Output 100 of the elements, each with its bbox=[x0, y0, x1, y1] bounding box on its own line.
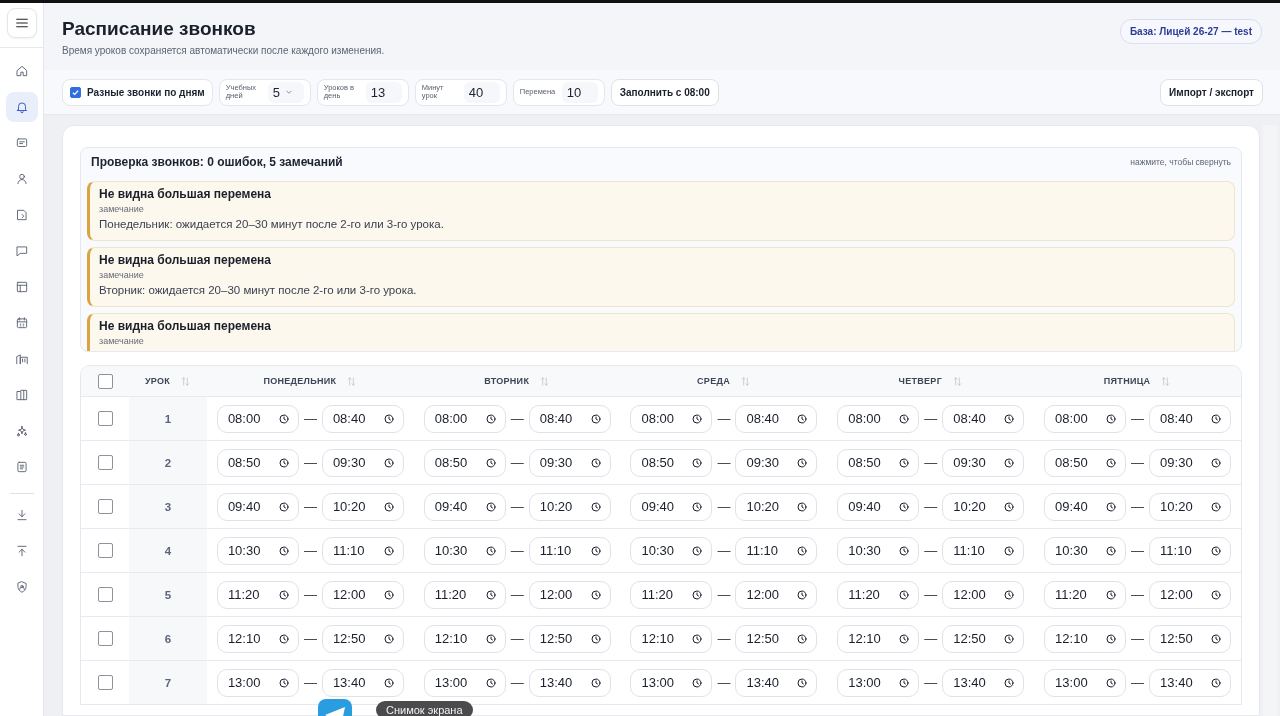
time-field[interactable]: 11:10 bbox=[735, 536, 818, 565]
time-field[interactable]: 11:10 bbox=[942, 536, 1025, 565]
time-field[interactable]: 08:50 bbox=[216, 448, 299, 477]
time-field[interactable]: 08:40 bbox=[528, 404, 611, 433]
time-field[interactable]: 08:40 bbox=[735, 404, 818, 433]
column-header[interactable]: ПОНЕДЕЛЬНИК bbox=[263, 376, 337, 386]
time-field[interactable]: 13:40 bbox=[528, 668, 611, 697]
menu-button[interactable] bbox=[6, 8, 37, 38]
row-checkbox[interactable] bbox=[97, 543, 113, 558]
row-checkbox[interactable] bbox=[97, 587, 113, 602]
time-field[interactable]: 08:00 bbox=[1044, 404, 1127, 433]
time-field[interactable]: 12:10 bbox=[216, 624, 299, 653]
time-field[interactable]: 09:30 bbox=[942, 448, 1025, 477]
time-field[interactable]: 12:50 bbox=[1149, 624, 1232, 653]
time-field[interactable]: 12:50 bbox=[528, 624, 611, 653]
time-field[interactable]: 12:00 bbox=[528, 580, 611, 609]
time-field[interactable]: 10:20 bbox=[735, 492, 818, 521]
select-field[interactable]: 5 bbox=[267, 81, 304, 103]
column-header[interactable]: СРЕДА bbox=[697, 376, 730, 386]
time-field[interactable]: 13:00 bbox=[630, 668, 713, 697]
row-checkbox[interactable] bbox=[97, 631, 113, 646]
checkbox[interactable] bbox=[70, 86, 81, 98]
time-field[interactable]: 08:00 bbox=[630, 404, 713, 433]
time-field[interactable]: 12:00 bbox=[735, 580, 818, 609]
time-field[interactable]: 13:40 bbox=[321, 668, 404, 697]
time-field[interactable]: 09:30 bbox=[1149, 448, 1232, 477]
time-field[interactable]: 12:00 bbox=[942, 580, 1025, 609]
time-field[interactable]: 13:40 bbox=[1149, 668, 1232, 697]
collapse-hint[interactable]: нажмите, чтобы свернуть bbox=[1130, 156, 1231, 167]
time-field[interactable]: 08:40 bbox=[321, 404, 404, 433]
time-field[interactable]: 13:40 bbox=[735, 668, 818, 697]
time-field[interactable]: 11:20 bbox=[837, 580, 920, 609]
time-field[interactable]: 10:30 bbox=[837, 536, 920, 565]
clock-icon bbox=[1003, 632, 1016, 645]
dash-separator: — bbox=[510, 675, 524, 690]
time-field[interactable]: 13:00 bbox=[216, 668, 299, 697]
number-field[interactable]: 13 bbox=[365, 81, 402, 103]
time-field[interactable]: 08:50 bbox=[630, 448, 713, 477]
time-field[interactable]: 08:00 bbox=[216, 404, 299, 433]
number-field[interactable]: 40 bbox=[463, 81, 500, 103]
time-field[interactable]: 13:00 bbox=[837, 668, 920, 697]
database-badge[interactable]: База: Лицей 26-27 — test bbox=[1119, 19, 1262, 44]
time-field[interactable]: 09:40 bbox=[216, 492, 299, 521]
time-field[interactable]: 12:00 bbox=[1149, 580, 1232, 609]
time-field[interactable]: 12:10 bbox=[837, 624, 920, 653]
time-field[interactable]: 11:20 bbox=[1044, 580, 1127, 609]
clock-icon bbox=[484, 588, 497, 601]
time-field[interactable]: 08:00 bbox=[837, 404, 920, 433]
column-header[interactable]: ПЯТНИЦА bbox=[1103, 376, 1151, 386]
time-field[interactable]: 12:00 bbox=[321, 580, 404, 609]
time-field[interactable]: 12:50 bbox=[735, 624, 818, 653]
column-header[interactable]: ЧЕТВЕРГ bbox=[898, 376, 943, 386]
time-field[interactable]: 08:50 bbox=[837, 448, 920, 477]
sidebar-item[interactable] bbox=[5, 92, 38, 122]
time-field[interactable]: 13:40 bbox=[942, 668, 1025, 697]
time-field[interactable]: 10:20 bbox=[321, 492, 404, 521]
time-field[interactable]: 09:30 bbox=[528, 448, 611, 477]
time-field[interactable]: 12:10 bbox=[423, 624, 506, 653]
time-field[interactable]: 09:40 bbox=[630, 492, 713, 521]
time-field[interactable]: 10:30 bbox=[630, 536, 713, 565]
import-export-button[interactable]: Импорт / экспорт bbox=[1160, 78, 1263, 106]
clock-icon bbox=[382, 544, 395, 557]
row-checkbox[interactable] bbox=[97, 675, 113, 690]
time-field[interactable]: 11:20 bbox=[216, 580, 299, 609]
time-field[interactable]: 09:30 bbox=[321, 448, 404, 477]
time-field[interactable]: 10:20 bbox=[942, 492, 1025, 521]
time-field[interactable]: 09:30 bbox=[735, 448, 818, 477]
time-field[interactable]: 08:50 bbox=[423, 448, 506, 477]
row-checkbox[interactable] bbox=[97, 455, 113, 470]
time-field[interactable]: 10:30 bbox=[1044, 536, 1127, 565]
time-field[interactable]: 12:50 bbox=[321, 624, 404, 653]
time-field[interactable]: 11:10 bbox=[321, 536, 404, 565]
lesson-number: 4 bbox=[164, 544, 172, 557]
time-field[interactable]: 09:40 bbox=[1044, 492, 1127, 521]
select-all-checkbox[interactable] bbox=[97, 373, 113, 389]
column-header[interactable]: ВТОРНИК bbox=[484, 376, 530, 386]
time-field[interactable]: 10:20 bbox=[1149, 492, 1232, 521]
time-field[interactable]: 10:30 bbox=[423, 536, 506, 565]
time-field[interactable]: 13:00 bbox=[1044, 668, 1127, 697]
row-checkbox[interactable] bbox=[97, 499, 113, 514]
time-field[interactable]: 11:20 bbox=[423, 580, 506, 609]
time-field[interactable]: 11:10 bbox=[1149, 536, 1232, 565]
time-field[interactable]: 08:00 bbox=[423, 404, 506, 433]
time-field[interactable]: 12:10 bbox=[630, 624, 713, 653]
time-field[interactable]: 09:40 bbox=[837, 492, 920, 521]
time-field[interactable]: 08:50 bbox=[1044, 448, 1127, 477]
time-field[interactable]: 13:00 bbox=[423, 668, 506, 697]
time-field[interactable]: 11:20 bbox=[630, 580, 713, 609]
fill-button[interactable]: Заполнить с 08:00 bbox=[610, 78, 719, 106]
row-checkbox[interactable] bbox=[97, 411, 113, 426]
time-field[interactable]: 12:10 bbox=[1044, 624, 1127, 653]
time-field[interactable]: 09:40 bbox=[423, 492, 506, 521]
number-field[interactable]: 10 bbox=[561, 81, 598, 103]
time-field[interactable]: 11:10 bbox=[528, 536, 611, 565]
time-field[interactable]: 12:50 bbox=[942, 624, 1025, 653]
time-field[interactable]: 08:40 bbox=[1149, 404, 1232, 433]
time-field[interactable]: 10:30 bbox=[216, 536, 299, 565]
column-header[interactable]: УРОК bbox=[144, 376, 171, 386]
time-field[interactable]: 08:40 bbox=[942, 404, 1025, 433]
time-field[interactable]: 10:20 bbox=[528, 492, 611, 521]
